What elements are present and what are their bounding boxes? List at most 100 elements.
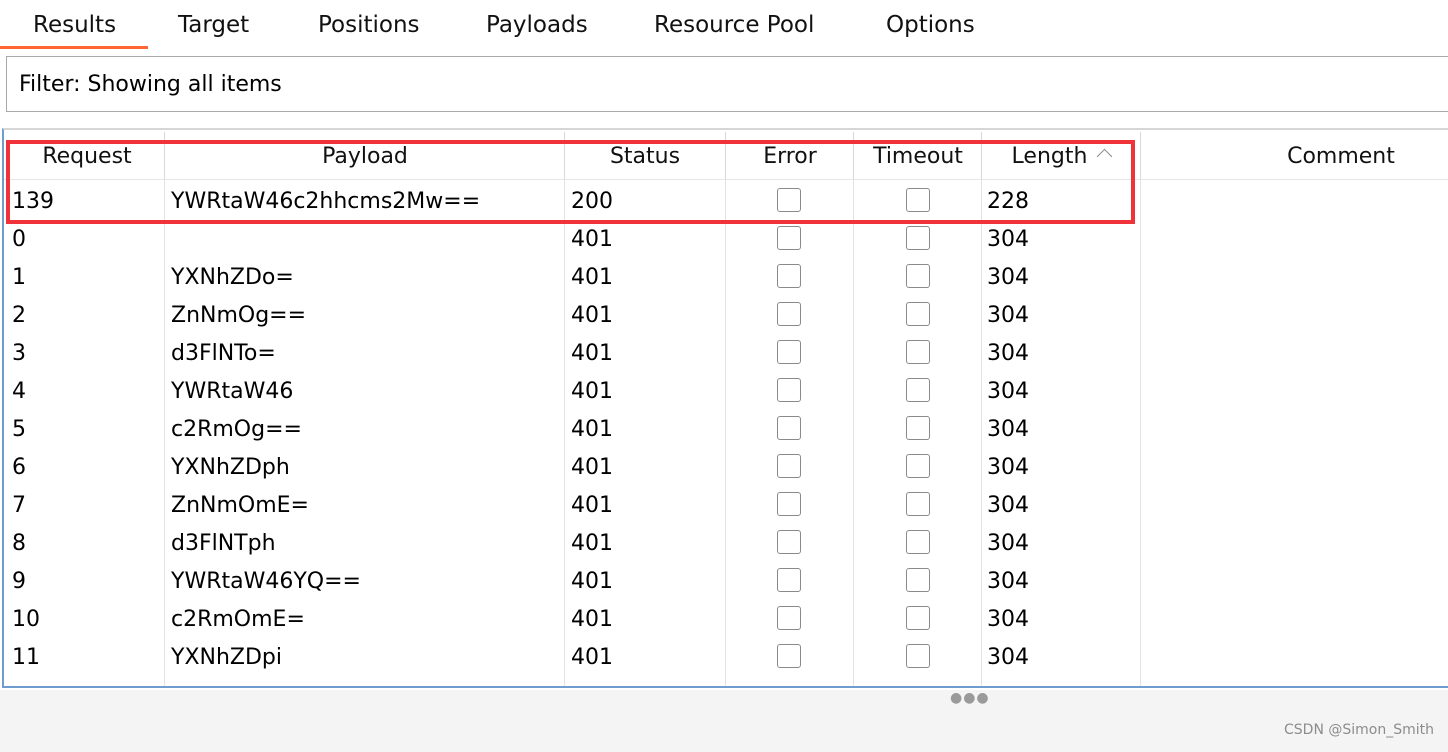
length-cell: 304	[987, 493, 1029, 518]
timeout-checkbox[interactable]	[906, 644, 930, 668]
request-cell: 139	[12, 189, 54, 214]
column-header-comment[interactable]: Comment	[1141, 130, 1448, 180]
length-cell: 304	[987, 303, 1029, 328]
column-header-length[interactable]: Length	[982, 130, 1140, 180]
timeout-checkbox[interactable]	[906, 302, 930, 326]
error-checkbox[interactable]	[777, 568, 801, 592]
results-table: Request Payload Status Error Timeout Len…	[2, 128, 1448, 688]
error-checkbox[interactable]	[777, 454, 801, 478]
timeout-checkbox[interactable]	[906, 340, 930, 364]
status-cell: 401	[571, 227, 613, 252]
request-cell: 11	[12, 645, 40, 670]
column-header-status[interactable]: Status	[565, 130, 725, 180]
payload-cell: d3FlNTo=	[171, 341, 276, 366]
error-checkbox[interactable]	[777, 378, 801, 402]
status-cell: 401	[571, 341, 613, 366]
splitter-handle-icon[interactable]: ●●●	[950, 690, 990, 706]
request-cell: 0	[12, 227, 26, 252]
timeout-checkbox[interactable]	[906, 264, 930, 288]
table-row[interactable]: 3 d3FlNTo= 401 304	[4, 334, 1448, 372]
status-cell: 401	[571, 607, 613, 632]
error-checkbox[interactable]	[777, 416, 801, 440]
table-row[interactable]: 0 401 304	[4, 220, 1448, 258]
status-cell: 401	[571, 531, 613, 556]
request-cell: 8	[12, 531, 26, 556]
status-cell: 200	[571, 189, 613, 214]
column-header-timeout[interactable]: Timeout	[854, 130, 982, 180]
length-cell: 304	[987, 227, 1029, 252]
column-header-request[interactable]: Request	[12, 130, 162, 180]
table-row[interactable]: 10 c2RmOmE= 401 304	[4, 600, 1448, 638]
payload-cell: ZnNmOg==	[171, 303, 307, 328]
payload-cell: d3FlNTph	[171, 531, 276, 556]
payload-cell: YXNhZDph	[171, 455, 290, 480]
table-row[interactable]: 5 c2RmOg== 401 304	[4, 410, 1448, 448]
status-cell: 401	[571, 455, 613, 480]
request-cell: 3	[12, 341, 26, 366]
error-checkbox[interactable]	[777, 644, 801, 668]
table-row[interactable]: 8 d3FlNTph 401 304	[4, 524, 1448, 562]
table-row[interactable]: 1 YXNhZDo= 401 304	[4, 258, 1448, 296]
timeout-checkbox[interactable]	[906, 454, 930, 478]
payload-cell: YWRtaW46c2hhcms2Mw==	[171, 189, 481, 214]
tab-positions[interactable]: Positions	[318, 0, 420, 50]
column-header-error[interactable]: Error	[726, 130, 854, 180]
timeout-checkbox[interactable]	[906, 378, 930, 402]
table-row[interactable]: 9 YWRtaW46YQ== 401 304	[4, 562, 1448, 600]
timeout-checkbox[interactable]	[906, 226, 930, 250]
table-row[interactable]: 4 YWRtaW46 401 304	[4, 372, 1448, 410]
tab-options[interactable]: Options	[886, 0, 975, 50]
tab-target[interactable]: Target	[178, 0, 249, 50]
length-cell: 304	[987, 569, 1029, 594]
length-cell: 304	[987, 607, 1029, 632]
timeout-checkbox[interactable]	[906, 606, 930, 630]
timeout-checkbox[interactable]	[906, 492, 930, 516]
table-row[interactable]: 11 YXNhZDpi 401 304	[4, 638, 1448, 676]
error-checkbox[interactable]	[777, 530, 801, 554]
error-checkbox[interactable]	[777, 606, 801, 630]
tab-payloads[interactable]: Payloads	[486, 0, 588, 50]
tab-results[interactable]: Results	[33, 0, 116, 50]
request-cell: 7	[12, 493, 26, 518]
payload-cell: ZnNmOmE=	[171, 493, 309, 518]
status-cell: 401	[571, 379, 613, 404]
request-cell: 10	[12, 607, 40, 632]
tab-resource-pool[interactable]: Resource Pool	[654, 0, 814, 50]
chevron-up-icon	[1097, 148, 1113, 165]
length-cell: 304	[987, 379, 1029, 404]
timeout-checkbox[interactable]	[906, 188, 930, 212]
timeout-checkbox[interactable]	[906, 530, 930, 554]
length-cell: 304	[987, 265, 1029, 290]
length-cell: 304	[987, 645, 1029, 670]
status-cell: 401	[571, 265, 613, 290]
column-header-length-label: Length	[1011, 144, 1088, 169]
error-checkbox[interactable]	[777, 264, 801, 288]
error-checkbox[interactable]	[777, 492, 801, 516]
bottom-panel	[0, 690, 1448, 752]
error-checkbox[interactable]	[777, 226, 801, 250]
payload-cell: YXNhZDpi	[171, 645, 282, 670]
column-header-payload[interactable]: Payload	[165, 130, 565, 180]
filter-label: Filter: Showing all items	[19, 72, 282, 97]
error-checkbox[interactable]	[777, 302, 801, 326]
request-cell: 9	[12, 569, 26, 594]
header-divider	[4, 179, 1448, 180]
status-cell: 401	[571, 493, 613, 518]
status-cell: 401	[571, 417, 613, 442]
table-row[interactable]: 6 YXNhZDph 401 304	[4, 448, 1448, 486]
table-row[interactable]: 7 ZnNmOmE= 401 304	[4, 486, 1448, 524]
request-cell: 1	[12, 265, 26, 290]
request-cell: 4	[12, 379, 26, 404]
timeout-checkbox[interactable]	[906, 416, 930, 440]
error-checkbox[interactable]	[777, 188, 801, 212]
filter-bar[interactable]: Filter: Showing all items	[6, 56, 1448, 112]
error-checkbox[interactable]	[777, 340, 801, 364]
length-cell: 304	[987, 417, 1029, 442]
length-cell: 304	[987, 455, 1029, 480]
status-cell: 401	[571, 303, 613, 328]
table-row[interactable]: 139 YWRtaW46c2hhcms2Mw== 200 228	[4, 182, 1448, 220]
timeout-checkbox[interactable]	[906, 568, 930, 592]
length-cell: 228	[987, 189, 1029, 214]
request-cell: 6	[12, 455, 26, 480]
table-row[interactable]: 2 ZnNmOg== 401 304	[4, 296, 1448, 334]
